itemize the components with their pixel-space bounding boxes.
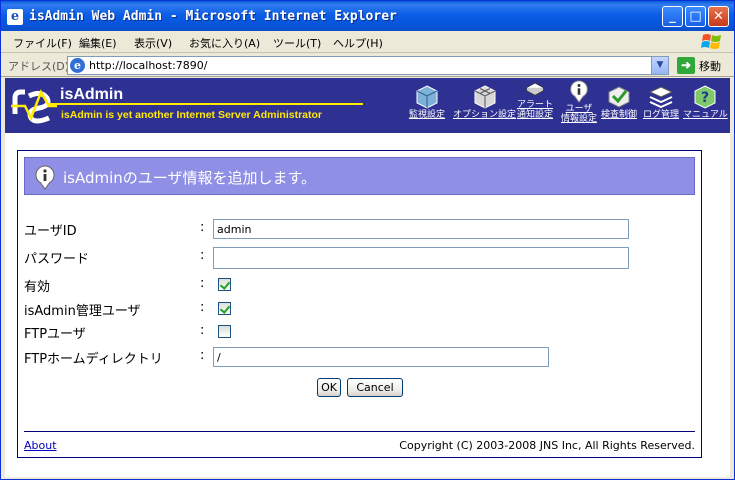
nav-log-management[interactable]: ログ管理 [643, 84, 679, 120]
nav-option-settings[interactable]: オプション設定 [453, 84, 516, 120]
colon: : [200, 276, 205, 291]
minimize-button[interactable]: _ [662, 6, 683, 27]
maximize-button[interactable]: □ [685, 6, 706, 27]
password-label: パスワード [24, 252, 90, 267]
nav-label: ログ管理 [643, 110, 680, 120]
cube-icon [416, 85, 438, 109]
page-content: isAdmin isAdmin is yet another Internet … [5, 78, 730, 477]
nav-alert-settings[interactable]: アラート 通知設定 [517, 80, 553, 120]
enabled-label: 有効 [24, 280, 51, 295]
ftp-user-label: FTPユーザ [24, 327, 86, 342]
nav-check-control[interactable]: 検査制御 [601, 84, 637, 120]
admin-user-checkbox[interactable] [218, 302, 231, 315]
nav-label: ユーザ 情報設定 [561, 104, 598, 124]
colon: : [200, 323, 205, 338]
about-link[interactable]: About [24, 439, 57, 452]
windows-logo-icon [701, 34, 721, 49]
menu-help[interactable]: ヘルプ(H) [333, 35, 383, 51]
page-icon: e [70, 58, 85, 73]
address-label: アドレス(D) [8, 60, 70, 73]
nav-user-settings[interactable]: ユーザ 情報設定 [561, 80, 597, 124]
menu-favorites[interactable]: お気に入り(A) [189, 35, 260, 51]
window-title: isAdmin Web Admin - Microsoft Internet E… [29, 9, 397, 24]
info-icon [35, 165, 55, 190]
enabled-checkbox[interactable] [218, 278, 231, 291]
menu-file[interactable]: ファイル(F) [13, 35, 72, 51]
nav-label: 監視設定 [409, 110, 446, 120]
help-icon: ? [694, 85, 716, 109]
panel-header: isAdminのユーザ情報を追加します。 [24, 157, 695, 195]
ftp-user-checkbox[interactable] [218, 325, 231, 338]
password-input[interactable] [213, 247, 629, 269]
nav-manual[interactable]: ? マニュアル [683, 84, 728, 120]
cancel-button[interactable]: Cancel [347, 378, 403, 397]
nav-label: マニュアル [683, 110, 728, 120]
copyright-text: Copyright (C) 2003-2008 JNS Inc, All Rig… [399, 439, 695, 452]
address-url[interactable]: http://localhost:7890/ [89, 59, 207, 72]
colon: : [200, 300, 205, 315]
admin-user-label: isAdmin管理ユーザ [24, 304, 141, 319]
browser-window: e isAdmin Web Admin - Microsoft Internet… [0, 0, 735, 480]
info-icon [570, 80, 588, 103]
footer-divider [24, 431, 695, 432]
ftp-home-label: FTPホームディレクトリ [24, 352, 163, 367]
colon: : [200, 220, 205, 235]
logo-underline [49, 103, 363, 105]
address-bar: アドレス(D) e http://localhost:7890/ ▼ ➜ 移動 [1, 54, 734, 77]
go-button[interactable]: 移動 [699, 58, 721, 74]
chevron-down-icon[interactable]: ▼ [651, 57, 668, 74]
check-icon [608, 86, 630, 108]
menu-edit[interactable]: 編集(E) [79, 35, 117, 51]
gears-cube-icon [474, 85, 495, 109]
isadmin-logo-icon [11, 89, 57, 124]
nav-monitor-settings[interactable]: 監視設定 [409, 84, 445, 120]
address-field[interactable]: e http://localhost:7890/ ▼ [67, 56, 669, 75]
menu-bar: ファイル(F) 編集(E) 表示(V) お気に入り(A) ツール(T) ヘルプ(… [1, 31, 734, 53]
close-button[interactable]: ✕ [708, 6, 729, 27]
envelope-icon [525, 82, 545, 96]
user-form-panel: isAdminのユーザ情報を追加します。 ユーザID : パスワード : 有効 … [17, 150, 702, 458]
colon: : [200, 348, 205, 363]
svg-text:?: ? [701, 90, 709, 106]
app-name: isAdmin [60, 86, 124, 103]
ftp-home-input[interactable] [213, 347, 549, 367]
app-tagline: isAdmin is yet another Internet Server A… [61, 109, 323, 121]
nav-label: アラート 通知設定 [517, 100, 554, 120]
nav-label: 検査制御 [601, 110, 638, 120]
user-id-label: ユーザID [24, 224, 77, 239]
app-header: isAdmin isAdmin is yet another Internet … [5, 78, 730, 133]
page-title: isAdminのユーザ情報を追加します。 [63, 169, 316, 187]
menu-view[interactable]: 表示(V) [134, 35, 172, 51]
menu-tools[interactable]: ツール(T) [273, 35, 321, 51]
title-bar[interactable]: e isAdmin Web Admin - Microsoft Internet… [1, 1, 734, 31]
nav-label: オプション設定 [453, 110, 517, 120]
ie-icon: e [7, 9, 23, 25]
ok-button[interactable]: OK [317, 378, 341, 397]
colon: : [200, 248, 205, 263]
stack-icon [648, 86, 674, 109]
go-arrow-icon[interactable]: ➜ [677, 57, 695, 74]
user-id-input[interactable] [213, 219, 629, 239]
